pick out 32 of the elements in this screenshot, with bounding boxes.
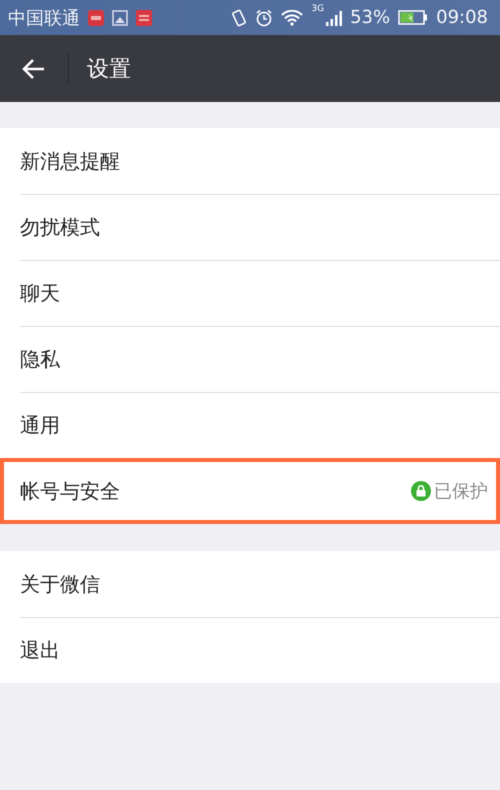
settings-item[interactable]: 隐私 [20, 326, 500, 392]
settings-item[interactable]: 关于微信 [20, 551, 500, 617]
battery-icon [398, 10, 428, 25]
vibrate-icon [231, 8, 248, 26]
battery-percentage: 53% [350, 7, 390, 28]
alarm-icon [255, 8, 274, 26]
item-label: 聊天 [20, 280, 61, 307]
settings-item[interactable]: 通用 [20, 392, 500, 458]
wifi-icon [281, 10, 304, 26]
lock-icon [411, 481, 431, 501]
back-arrow-icon [22, 58, 46, 80]
image-icon [112, 10, 128, 26]
network-type: 3G [311, 4, 324, 14]
carrier-name: 中国联通 [8, 6, 80, 30]
item-label: 新消息提醒 [20, 148, 121, 174]
protection-status: 已保护 [434, 480, 488, 503]
page-title: 设置 [87, 56, 131, 84]
app-icon [136, 10, 152, 26]
item-label: 关于微信 [20, 570, 101, 598]
settings-item[interactable]: 勿扰模式 [20, 194, 500, 260]
item-label: 退出 [20, 637, 61, 664]
settings-item[interactable]: 帐号与安全 已保护 [0, 458, 500, 524]
item-label: 帐号与安全 [20, 478, 121, 504]
item-label: 通用 [20, 412, 61, 439]
app-icon [88, 10, 104, 26]
item-label: 勿扰模式 [20, 214, 101, 241]
clock-time: 09:08 [436, 7, 488, 28]
settings-item[interactable]: 聊天 [20, 260, 500, 326]
item-label: 隐私 [20, 346, 61, 373]
settings-item[interactable]: 新消息提醒 [20, 128, 500, 194]
signal-icon [326, 10, 342, 26]
settings-item[interactable]: 退出 [20, 617, 500, 683]
